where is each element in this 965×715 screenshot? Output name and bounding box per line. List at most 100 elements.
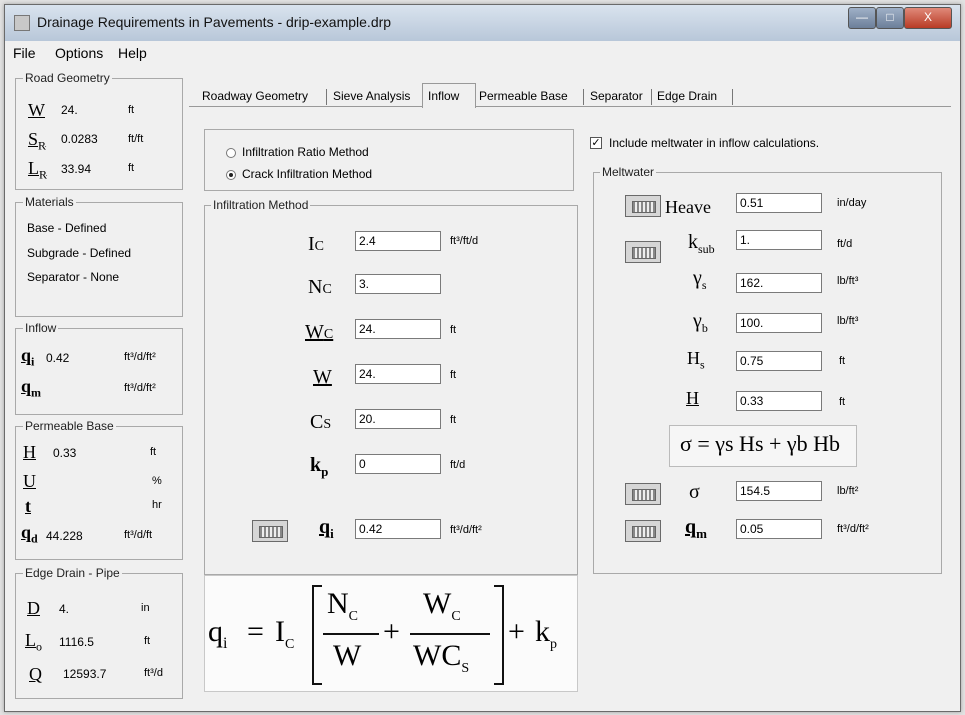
heave-input[interactable] (736, 193, 822, 213)
meltwater-checkbox[interactable]: ✓ (590, 137, 602, 149)
pb-h-unit: ft (150, 446, 157, 458)
road-w-unit: ft (128, 104, 135, 116)
label-infiltration-ratio[interactable]: Infiltration Ratio Method (242, 145, 369, 159)
gamma-b-input[interactable] (736, 313, 822, 333)
ksub-unit: ft/d (837, 238, 853, 250)
menu-file[interactable]: File (13, 45, 36, 61)
wc-unit: ft (450, 324, 457, 336)
h-input[interactable] (736, 391, 822, 411)
tab-sieve-analysis[interactable]: Sieve Analysis (333, 85, 410, 107)
pb-h-symbol: H (23, 442, 36, 462)
pb-qd-symbol: qd (21, 522, 38, 546)
qi-symbol: qi (319, 516, 334, 541)
formula-eq: = (247, 615, 264, 648)
materials-base: Base - Defined (27, 221, 107, 235)
kp-symbol: kp (310, 454, 329, 479)
road-lr-symbol: LR (28, 158, 48, 182)
menu-help[interactable]: Help (118, 45, 147, 61)
cs-symbol: CS (310, 411, 332, 433)
sigma-calculator-icon[interactable] (625, 483, 661, 505)
tab-separator (326, 89, 327, 105)
tab-inflow[interactable]: Inflow (428, 85, 459, 107)
h-unit: ft (839, 396, 846, 408)
pb-t-symbol: t (25, 496, 31, 516)
app-window: Drainage Requirements in Pavements - dri… (4, 4, 961, 712)
sigma-input[interactable] (736, 481, 822, 501)
road-lr-unit: ft (128, 162, 135, 174)
ed-d-symbol: D (27, 598, 40, 618)
nc-symbol: NC (308, 276, 332, 298)
ed-lo-value: 1116.5 (59, 635, 94, 649)
formula-fraction-line (323, 633, 379, 635)
ed-q-value: 12593.7 (63, 667, 107, 681)
sigma-unit: lb/ft² (837, 485, 859, 497)
ic-input[interactable] (355, 231, 441, 251)
qi-input[interactable] (355, 519, 441, 539)
sigma-formula: σ = γs Hs + γb Hb (680, 431, 841, 456)
inflow-summary-title: Inflow (23, 321, 59, 335)
tab-separator-tab[interactable]: Separator (590, 85, 643, 107)
wc-input[interactable] (355, 319, 441, 339)
meltwater-check-label[interactable]: Include meltwater in inflow calculations… (609, 136, 819, 150)
heave-calculator-icon[interactable] (625, 195, 661, 217)
ksub-symbol: ksub (688, 231, 715, 256)
tab-roadway-geometry[interactable]: Roadway Geometry (202, 85, 308, 107)
tab-separator (732, 89, 733, 105)
gamma-b-symbol: γb (693, 310, 708, 335)
road-lr-value: 33.94 (61, 162, 92, 176)
tab-separator (651, 89, 652, 105)
tab-permeable-base[interactable]: Permeable Base (479, 85, 568, 107)
calculator-icon[interactable] (252, 520, 288, 542)
inflow-qi-unit: ft³/d/ft² (124, 351, 156, 363)
ed-q-symbol: Q (29, 664, 42, 684)
ksub-calculator-icon[interactable] (625, 241, 661, 263)
hs-unit: ft (839, 355, 846, 367)
qm-unit: ft³/d/ft² (837, 523, 869, 535)
inflow-qi-symbol: qi (21, 345, 35, 369)
method-group (204, 129, 574, 191)
formula-plus: + (383, 615, 400, 648)
tab-edge-drain[interactable]: Edge Drain (657, 85, 717, 107)
road-sr-value: 0.0283 (61, 132, 98, 146)
qm-input[interactable] (736, 519, 822, 539)
app-icon (14, 15, 30, 31)
tab-separator (583, 89, 584, 105)
ksub-input[interactable] (736, 230, 822, 250)
road-w-symbol: W (28, 100, 45, 120)
cs-unit: ft (450, 414, 457, 426)
formula-bracket-right (494, 585, 504, 685)
edge-drain-title: Edge Drain - Pipe (23, 566, 122, 580)
inflow-qm-unit: ft³/d/ft² (124, 382, 156, 394)
meltwater-title: Meltwater (600, 165, 657, 179)
title-bar: Drainage Requirements in Pavements - dri… (5, 5, 960, 41)
qi-unit: ft³/d/ft² (450, 524, 482, 536)
radio-crack-infiltration[interactable] (226, 170, 236, 180)
window-title: Drainage Requirements in Pavements - dri… (37, 14, 392, 30)
pb-t-unit: hr (152, 499, 162, 511)
w-input[interactable] (355, 364, 441, 384)
ed-lo-unit: ft (144, 635, 151, 647)
sigma-symbol: σ (689, 481, 700, 503)
road-sr-symbol: SR (28, 129, 47, 153)
kp-input[interactable] (355, 454, 441, 474)
qm-calculator-icon[interactable] (625, 520, 661, 542)
nc-input[interactable] (355, 274, 441, 294)
maximize-button[interactable]: □ (876, 7, 904, 29)
inflow-qi-value: 0.42 (46, 351, 70, 365)
cs-input[interactable] (355, 409, 441, 429)
label-crack-infiltration[interactable]: Crack Infiltration Method (242, 167, 372, 181)
ed-q-unit: ft³/d (144, 667, 163, 679)
close-button[interactable]: X (904, 7, 952, 29)
road-geometry-title: Road Geometry (23, 71, 112, 85)
road-sr-unit: ft/ft (128, 133, 144, 145)
menu-options[interactable]: Options (55, 45, 103, 61)
ed-d-value: 4. (59, 602, 70, 616)
minimize-button[interactable]: — (848, 7, 876, 29)
kp-unit: ft/d (450, 459, 466, 471)
ic-unit: ft³/ft/d (450, 235, 479, 247)
hs-symbol: Hs (687, 348, 705, 372)
formula-lhs: qi (208, 615, 228, 652)
hs-input[interactable] (736, 351, 822, 371)
gamma-s-input[interactable] (736, 273, 822, 293)
radio-infiltration-ratio[interactable] (226, 148, 236, 158)
